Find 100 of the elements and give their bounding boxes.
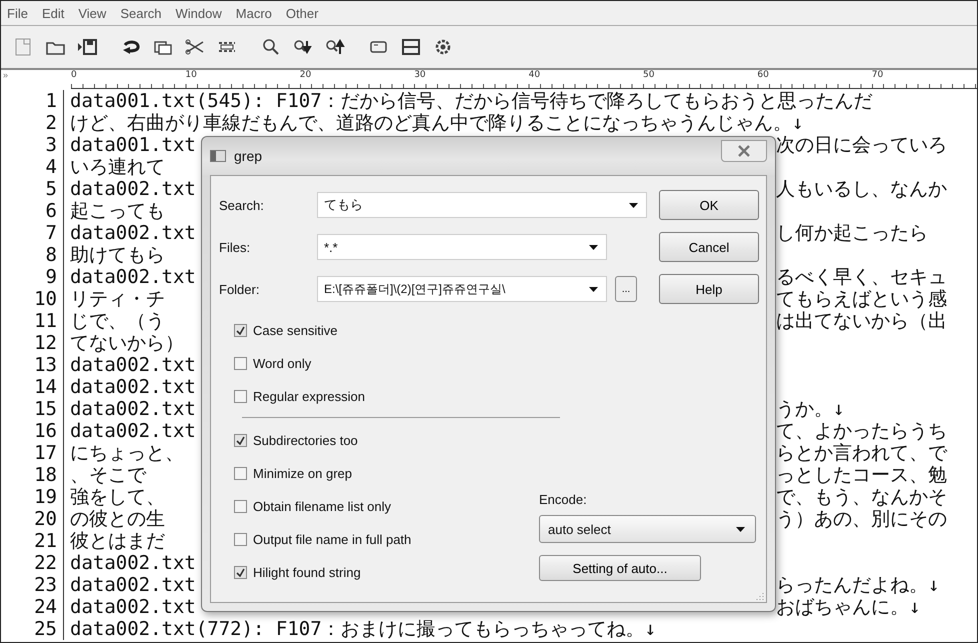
text-line: data002.txt [70,398,196,420]
encoding-dropdown[interactable]: auto select [539,515,756,543]
text-line: は出てないから（出 [776,310,947,332]
line-number: 16 [1,420,64,442]
menu-item[interactable]: Search [120,6,162,20]
checkbox[interactable] [234,357,247,370]
checkbox[interactable] [234,500,247,513]
check-icon [236,436,245,445]
search-icon[interactable] [261,37,281,57]
text-line: らったんだよね。↓ [776,574,940,596]
menu-item[interactable]: View [78,6,106,20]
text-line: にちょっと、 [70,442,184,464]
text-line: data001.txt(545): F107：だから信号、だから信号待ちで降ろしてもらおうと思ったんだ [70,90,874,112]
line-number: 18 [1,464,64,486]
text-line: いろ連れて [70,156,165,178]
field-label: Files: [219,240,252,254]
line-number: 5 [1,178,64,200]
checkbox-label[interactable]: Obtain filename list only [253,499,392,514]
menu-item[interactable]: Window [176,6,222,20]
line-number: 15 [1,398,64,420]
close-button[interactable] [721,140,767,162]
ruler-marker: » [2,70,10,82]
line-number: 23 [1,574,64,596]
text-line: 起こっても [70,200,165,222]
menu-item[interactable]: File [7,6,28,20]
text-line: 強をして、 [70,486,165,508]
check-icon [236,326,245,335]
checkbox-label[interactable]: Subdirectories too [253,433,358,448]
checkbox-label[interactable]: Case sensitive [253,323,338,338]
checkbox-label[interactable]: Output file name in full path [253,532,412,547]
checkbox-label[interactable]: Minimize on grep [253,466,352,481]
checkbox-label[interactable]: Word only [253,356,312,371]
menu-item[interactable]: Other [286,6,318,20]
input-field[interactable]: E:\[쥬쥬폴더]\(2)[연구]쥬쥬연구실\ [317,276,607,302]
input-field[interactable]: *.* [317,234,607,260]
menu-item[interactable]: Edit [42,6,64,20]
browse-button[interactable]: ... [615,276,637,302]
line-number: 14 [1,376,64,398]
line-number: 13 [1,354,64,376]
text-line: data002.txt [70,178,196,200]
resize-grip-icon [756,592,764,600]
field-label: Search: [219,198,265,212]
text-line: で、もう、なんかそ [776,486,947,508]
menu-item[interactable]: Macro [236,6,272,20]
checkbox[interactable] [234,566,247,579]
line-number: 11 [1,310,64,332]
text-line: て、よかったらうち [776,420,947,442]
text-line: 人もいるし、なんか [776,178,947,200]
line-number: 9 [1,266,64,288]
field-label: Folder: [219,282,260,296]
text-line: 彼とはまだ [70,530,165,552]
settings-button[interactable]: Setting of auto... [539,555,701,581]
line-number: 21 [1,530,64,552]
scissors-icon[interactable] [185,37,205,57]
dialog-button[interactable]: OK [659,190,759,220]
dialog-button[interactable]: Help [659,274,759,304]
checkbox[interactable] [234,533,247,546]
text-line: data002.txt [70,376,196,398]
ruler-label: 40 [528,70,540,80]
close-icon [737,145,751,157]
text-line: data002.txt [70,552,196,574]
split-icon[interactable] [401,37,421,57]
text-line: じで、（う [70,310,165,332]
ruler-label: 50 [643,70,654,80]
text-line: るべく早く、セキュ [776,266,947,288]
checkbox[interactable] [234,324,247,337]
input-field[interactable]: てもら [317,192,647,218]
text-line: し何か起こったら [776,222,928,244]
text-line: っとしたコース、勉 [776,464,947,486]
text-line: data002.txt [70,354,196,376]
text-line: 助けてもら [70,244,165,266]
ruler-label: 10 [185,70,197,80]
line-number: 19 [1,486,64,508]
checkbox[interactable] [234,434,247,447]
dialog-button[interactable]: Cancel [659,232,759,262]
dialog-title: grep [234,148,264,164]
dropdown-arrow-icon [736,526,745,532]
gear-icon[interactable] [433,37,453,57]
text-line: data002.txt [70,574,196,596]
checkbox[interactable] [234,390,247,403]
ruler-label: 70 [872,70,884,80]
checkbox[interactable] [234,467,247,480]
save-icon[interactable] [77,37,97,57]
text-line: けど、右曲がり車線だもんで、道路のど真ん中で降りることになっちゃうんじゃん。↓ [70,112,804,134]
text-line: てもらえばという感 [776,288,947,310]
line-number: 8 [1,244,64,266]
checkbox-label[interactable]: Hilight found string [253,565,361,580]
line-number: 4 [1,156,64,178]
text-line: 次の日に会っていろ [776,134,947,156]
line-number: 10 [1,288,64,310]
checkbox-label[interactable]: Regular expression [253,389,366,404]
text-line: おばちゃんに。↓ [776,596,920,618]
search-up-icon[interactable] [325,37,345,57]
text-line: data002.txt [70,266,196,288]
text-line: data002.txt [70,420,196,442]
text-line: うか。↓ [776,398,844,420]
text-line: う）あの、別にその [776,508,947,530]
line-number: 20 [1,508,64,530]
line-number: 1 [1,90,64,112]
line-number: 12 [1,332,64,354]
